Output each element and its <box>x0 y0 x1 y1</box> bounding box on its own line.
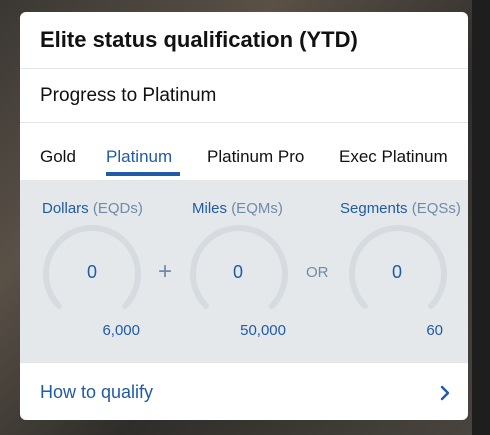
metric-label-dollars: Dollars (EQDs) <box>42 200 143 217</box>
tab-platinum[interactable]: Platinum <box>106 147 172 167</box>
progress-panel: Dollars (EQDs) 0 6,000 + Miles (EQMs) 0 … <box>20 180 468 362</box>
plus-operator: + <box>158 258 173 285</box>
tab-platinum-pro[interactable]: Platinum Pro <box>207 147 304 167</box>
segments-target: 60 <box>426 322 443 339</box>
metric-unit-dollars: (EQDs) <box>92 200 143 217</box>
metric-unit-segments: (EQSs) <box>411 200 461 217</box>
segments-value: 0 <box>391 262 402 282</box>
background-scrollbar-area <box>472 0 490 435</box>
active-tab-indicator <box>106 172 180 176</box>
or-operator: OR <box>306 264 329 281</box>
metric-unit-miles: (EQMs) <box>231 200 283 217</box>
dollars-target: 6,000 <box>102 322 140 339</box>
elite-status-card: Elite status qualification (YTD) Progres… <box>20 12 468 420</box>
card-subheader: Progress to Platinum <box>20 69 468 123</box>
metric-name-segments: Segments <box>340 200 408 217</box>
metric-name-dollars: Dollars <box>42 200 89 217</box>
metric-name-miles: Miles <box>192 200 228 217</box>
how-to-qualify-link[interactable]: How to qualify <box>20 362 468 420</box>
how-to-qualify-label: How to qualify <box>40 382 154 402</box>
chevron-right-icon <box>440 385 450 400</box>
miles-target: 50,000 <box>240 322 286 339</box>
dollars-value: 0 <box>86 262 97 282</box>
tab-gold[interactable]: Gold <box>40 147 76 167</box>
tab-exec-platinum[interactable]: Exec Platinum <box>339 147 448 167</box>
status-tabs: Gold Platinum Platinum Pro Exec Platinum <box>20 123 468 180</box>
card-subtitle: Progress to Platinum <box>40 84 217 106</box>
card-header: Elite status qualification (YTD) <box>20 12 468 69</box>
metric-label-segments: Segments (EQSs) <box>340 200 461 217</box>
metric-label-miles: Miles (EQMs) <box>192 200 283 217</box>
card-title: Elite status qualification (YTD) <box>40 27 358 52</box>
miles-value: 0 <box>232 262 243 282</box>
